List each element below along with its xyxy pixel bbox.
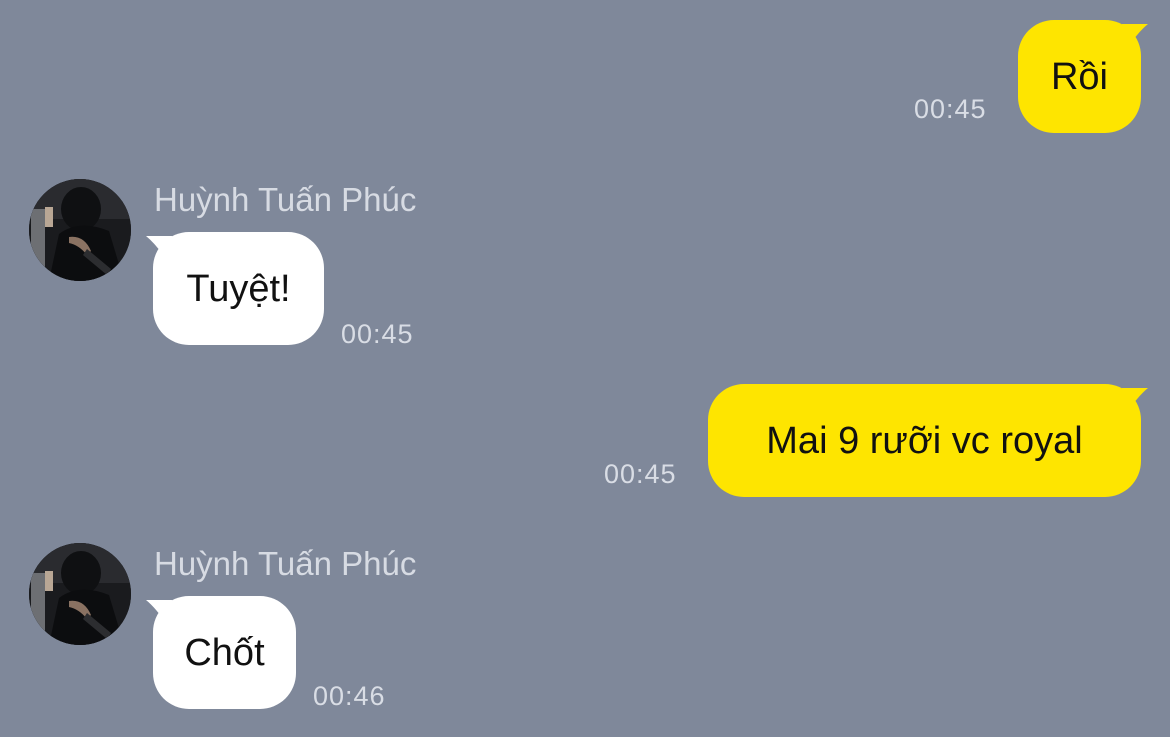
message-text: Rồi — [1050, 55, 1109, 98]
incoming-message: Huỳnh Tuấn Phúc Tuyệt! 00:45 — [0, 170, 1170, 360]
message-text: Chốt — [184, 631, 265, 674]
profile-photo-icon — [29, 179, 131, 281]
message-bubble[interactable]: Rồi — [1018, 20, 1141, 133]
message-time: 00:45 — [604, 459, 677, 489]
message-time: 00:46 — [313, 681, 386, 711]
message-text: Mai 9 rưỡi vc royal — [766, 419, 1083, 462]
sender-name: Huỳnh Tuấn Phúc — [154, 545, 417, 582]
incoming-message: Huỳnh Tuấn Phúc Chốt 00:46 — [0, 534, 1170, 734]
outgoing-message: Mai 9 rưỡi vc royal 00:45 — [0, 370, 1170, 510]
message-text: Tuyệt! — [186, 267, 291, 310]
avatar[interactable] — [29, 543, 131, 645]
outgoing-message: Rồi 00:45 — [0, 0, 1170, 140]
sender-name: Huỳnh Tuấn Phúc — [154, 181, 417, 218]
message-time: 00:45 — [914, 94, 987, 124]
chat-thread: Rồi 00:45 Huỳnh Tuấn Phúc Tuyệt! 00:45 M… — [0, 0, 1170, 737]
message-time: 00:45 — [341, 319, 414, 349]
profile-photo-icon — [29, 543, 131, 645]
message-bubble[interactable]: Tuyệt! — [153, 232, 324, 345]
message-bubble[interactable]: Chốt — [153, 596, 296, 709]
avatar[interactable] — [29, 179, 131, 281]
message-bubble[interactable]: Mai 9 rưỡi vc royal — [708, 384, 1141, 497]
